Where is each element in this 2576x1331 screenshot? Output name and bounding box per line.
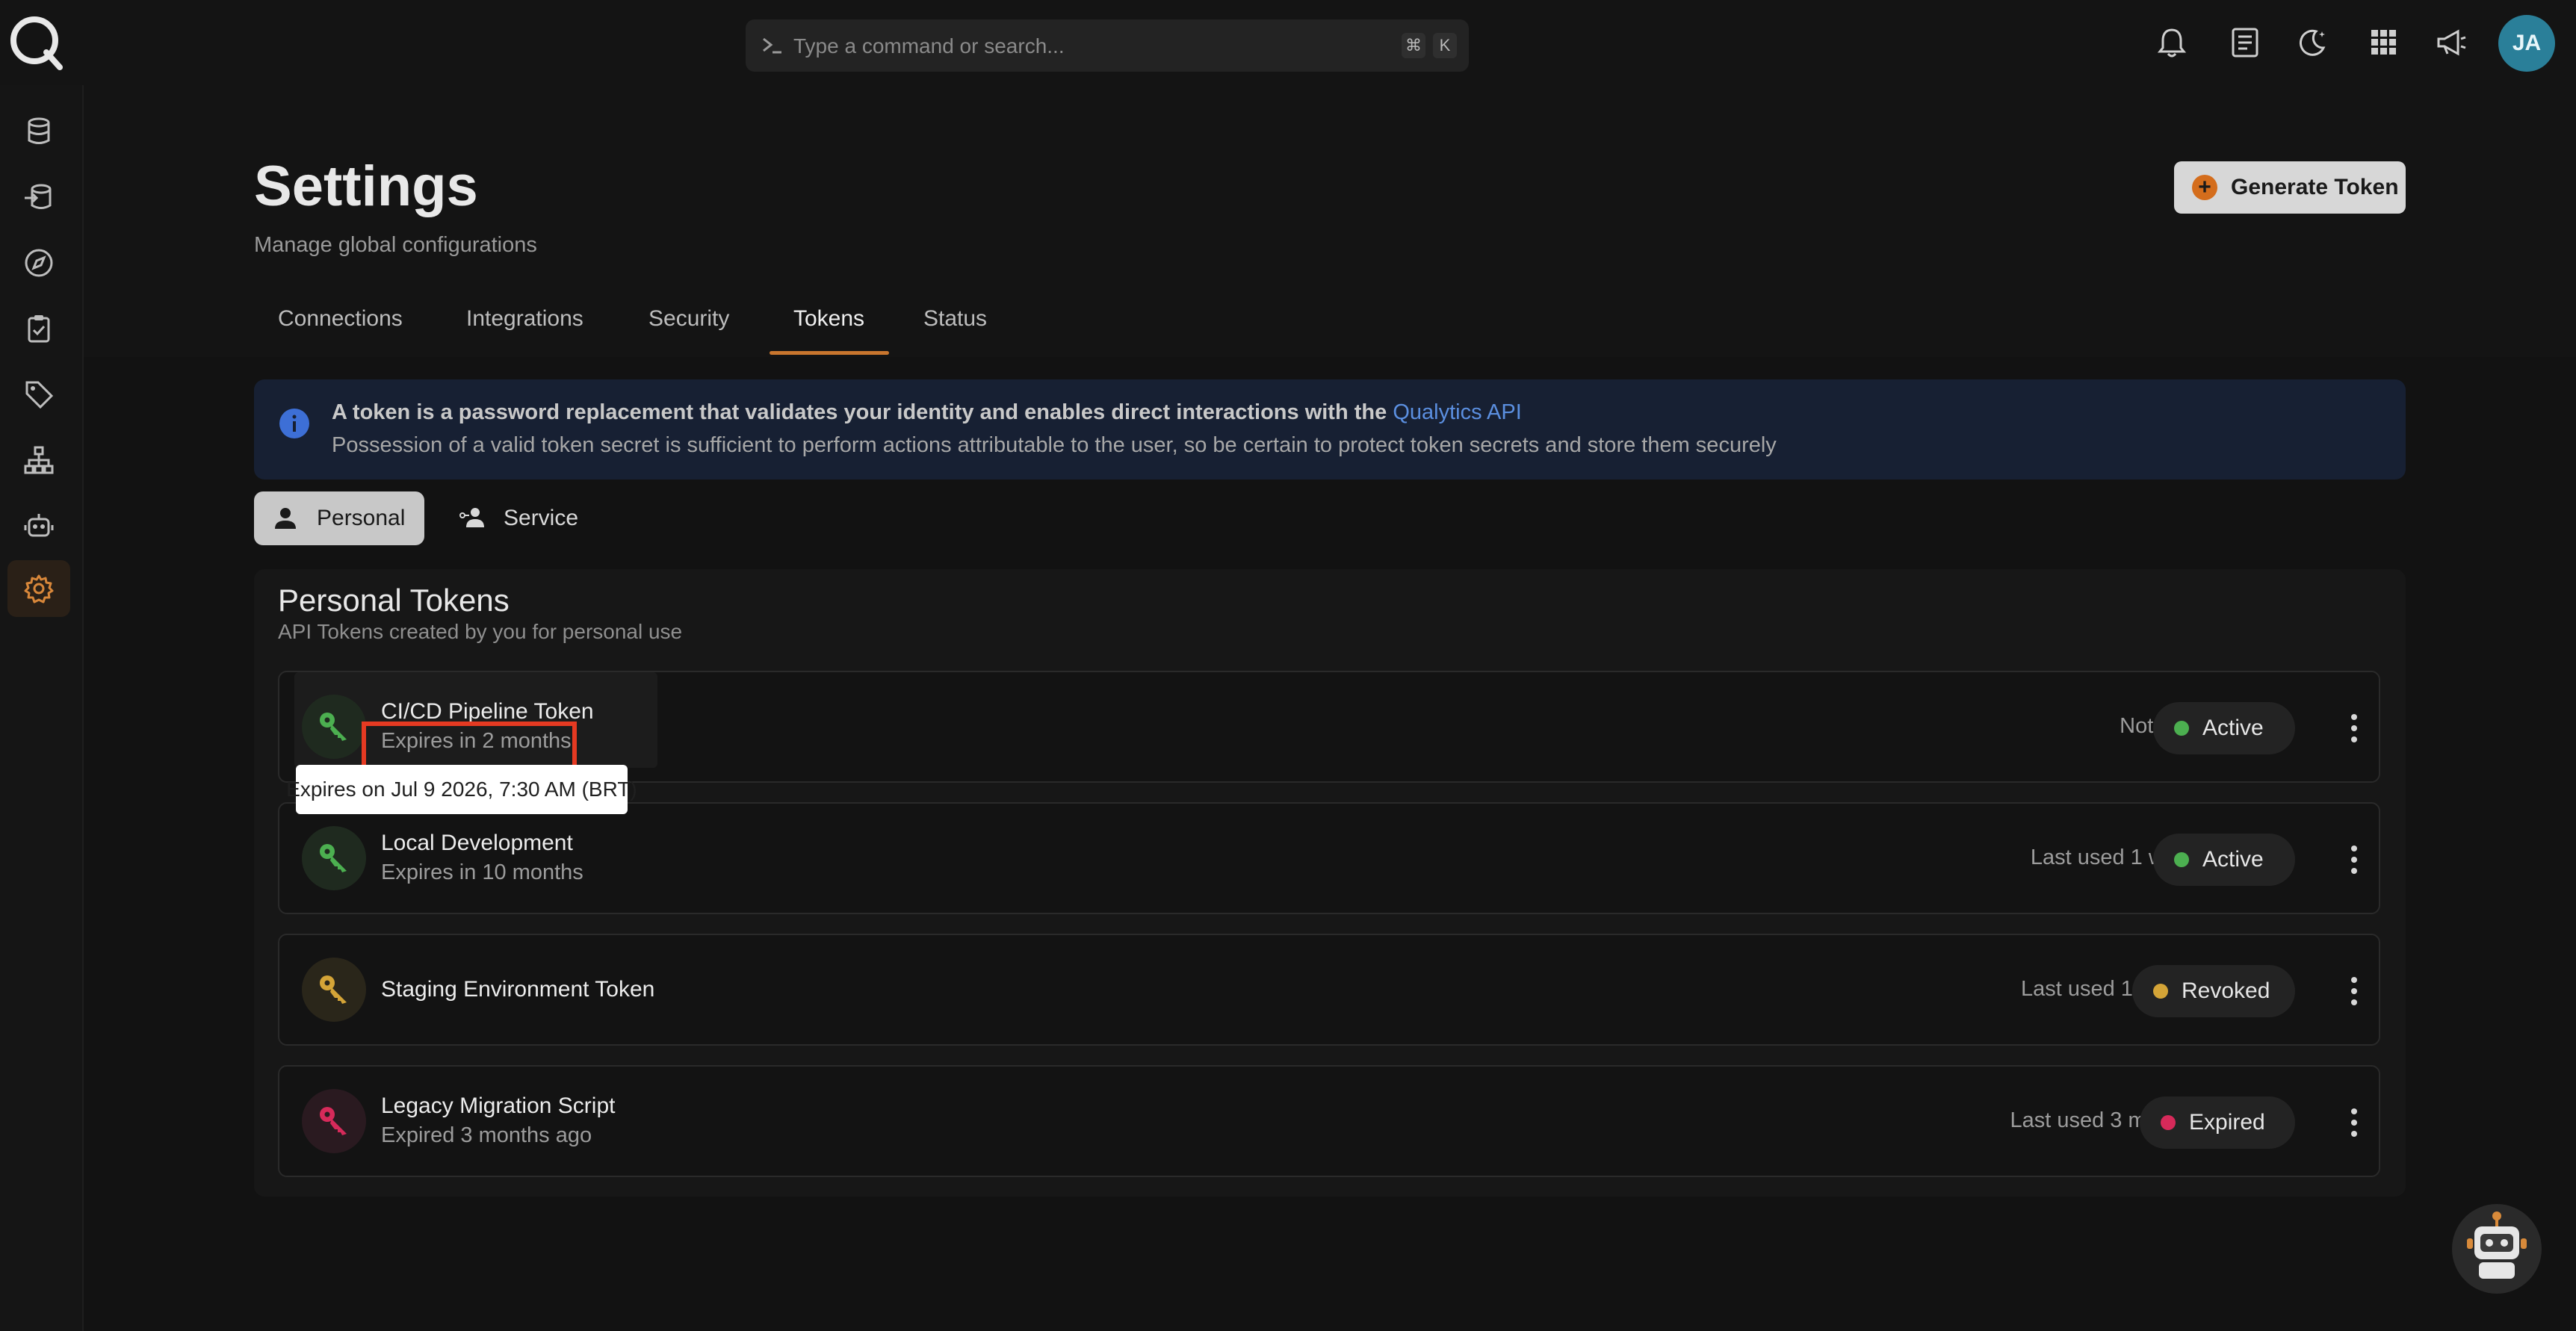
document-icon[interactable] bbox=[2228, 25, 2262, 60]
tab-security[interactable]: Security bbox=[648, 306, 729, 332]
robot-assistant-icon bbox=[2467, 1211, 2527, 1279]
more-options-icon[interactable] bbox=[2343, 1104, 2365, 1141]
status-dot bbox=[2174, 721, 2189, 736]
gear-icon bbox=[24, 574, 54, 604]
sidebar bbox=[0, 85, 84, 1331]
token-name: Legacy Migration Script bbox=[381, 1093, 616, 1118]
expiry-tooltip: Expires on Jul 9 2026, 7:30 AM (BRT) bbox=[286, 765, 637, 814]
apps-grid-icon[interactable] bbox=[2367, 25, 2401, 60]
status-text: Active bbox=[2202, 847, 2264, 872]
more-options-icon[interactable] bbox=[2343, 710, 2365, 747]
sidebar-item-checks[interactable] bbox=[7, 300, 70, 357]
tab-status[interactable]: Status bbox=[923, 306, 987, 332]
tab-integrations[interactable]: Integrations bbox=[466, 306, 583, 332]
panel-subtitle: API Tokens created by you for personal u… bbox=[278, 620, 683, 643]
service-account-icon bbox=[459, 508, 484, 527]
announcement-megaphone-icon[interactable] bbox=[2434, 25, 2468, 60]
status-text: Revoked bbox=[2182, 978, 2270, 1003]
tag-icon bbox=[25, 381, 54, 409]
sidebar-item-agents[interactable] bbox=[7, 497, 70, 554]
service-tokens-toggle[interactable]: Service bbox=[441, 491, 605, 545]
settings-header bbox=[84, 85, 2576, 357]
page-title: Settings bbox=[254, 155, 478, 218]
status-text: Expired bbox=[2189, 1110, 2265, 1135]
status-dot bbox=[2174, 852, 2189, 867]
key-icon bbox=[320, 975, 347, 1004]
status-dot bbox=[2161, 1115, 2176, 1130]
status-dot bbox=[2153, 984, 2168, 999]
token-expiry[interactable]: Expired 3 months ago bbox=[381, 1123, 592, 1148]
token-row[interactable]: Local Development Expires in 10 months L… bbox=[278, 802, 2380, 914]
user-avatar[interactable]: JA bbox=[2498, 15, 2555, 72]
status-badge: Active bbox=[2153, 834, 2295, 886]
sidebar-item-tags[interactable] bbox=[7, 366, 70, 423]
hierarchy-icon bbox=[24, 446, 54, 474]
token-key-badge bbox=[302, 826, 366, 890]
panel-title: Personal Tokens bbox=[278, 583, 510, 618]
shortcut-cmd-key: ⌘ bbox=[1402, 33, 1425, 58]
token-name: CI/CD Pipeline Token bbox=[381, 699, 594, 724]
tab-connections[interactable]: Connections bbox=[278, 306, 403, 332]
status-text: Active bbox=[2202, 716, 2264, 740]
search-placeholder: Type a command or search... bbox=[793, 34, 1065, 58]
expiry-highlight-box bbox=[362, 722, 577, 769]
generate-token-label: Generate Token bbox=[2231, 175, 2399, 199]
token-expiry[interactable]: Expires in 10 months bbox=[381, 860, 583, 885]
status-badge: Active bbox=[2153, 702, 2295, 754]
info-line-2: Possession of a valid token secret is su… bbox=[332, 433, 1777, 457]
info-icon bbox=[279, 409, 309, 438]
terminal-prompt-icon bbox=[763, 37, 781, 54]
qualytics-api-link[interactable]: Qualytics API bbox=[1393, 400, 1521, 424]
token-row[interactable]: Staging Environment Token Last used 1 mo… bbox=[278, 934, 2380, 1046]
sidebar-item-datastores[interactable] bbox=[7, 103, 70, 160]
token-key-badge bbox=[302, 695, 366, 759]
database-icon bbox=[28, 117, 50, 144]
assistant-bot-button[interactable] bbox=[2452, 1204, 2542, 1294]
active-tab-indicator bbox=[770, 351, 889, 355]
robot-icon bbox=[24, 514, 54, 537]
tab-tokens[interactable]: Tokens bbox=[793, 306, 864, 332]
personal-tokens-panel: Personal Tokens API Tokens created by yo… bbox=[254, 569, 2406, 1197]
status-badge: Expired bbox=[2140, 1096, 2295, 1149]
personal-label: Personal bbox=[317, 506, 406, 530]
key-icon bbox=[320, 1107, 347, 1135]
sidebar-item-settings[interactable] bbox=[7, 560, 70, 617]
database-arrow-icon bbox=[25, 184, 52, 209]
more-options-icon[interactable] bbox=[2343, 972, 2365, 1010]
key-icon bbox=[320, 844, 347, 872]
status-badge: Revoked bbox=[2132, 965, 2295, 1017]
page-subtitle: Manage global configurations bbox=[254, 233, 537, 257]
personal-tokens-toggle[interactable]: Personal bbox=[254, 491, 424, 545]
service-label: Service bbox=[504, 506, 579, 530]
info-line-1-text: A token is a password replacement that v… bbox=[332, 400, 1387, 424]
bell-icon[interactable] bbox=[2155, 25, 2189, 60]
token-info-banner: A token is a password replacement that v… bbox=[254, 379, 2406, 480]
token-row[interactable]: Legacy Migration Script Expired 3 months… bbox=[278, 1065, 2380, 1177]
token-key-badge bbox=[302, 958, 366, 1022]
sidebar-item-enrichment[interactable] bbox=[7, 169, 70, 226]
generate-token-button[interactable]: + Generate Token bbox=[2174, 161, 2406, 214]
plus-circle-icon: + bbox=[2192, 175, 2217, 200]
command-search-input[interactable]: Type a command or search... ⌘ K bbox=[746, 19, 1469, 72]
sidebar-item-flows[interactable] bbox=[7, 432, 70, 488]
token-key-badge bbox=[302, 1089, 366, 1153]
sidebar-item-explore[interactable] bbox=[7, 235, 70, 291]
shortcut-k-key: K bbox=[1433, 33, 1457, 58]
compass-icon bbox=[25, 249, 53, 277]
qualytics-logo-icon[interactable] bbox=[7, 13, 64, 70]
top-bar: Type a command or search... ⌘ K JA bbox=[0, 0, 2576, 85]
dark-mode-icon[interactable] bbox=[2295, 25, 2329, 60]
key-icon bbox=[320, 713, 347, 741]
info-line-1: A token is a password replacement that v… bbox=[332, 400, 1522, 425]
clipboard-check-icon bbox=[28, 315, 50, 343]
person-icon bbox=[275, 508, 296, 529]
token-name: Local Development bbox=[381, 831, 573, 855]
more-options-icon[interactable] bbox=[2343, 841, 2365, 878]
token-name: Staging Environment Token bbox=[381, 977, 655, 1002]
